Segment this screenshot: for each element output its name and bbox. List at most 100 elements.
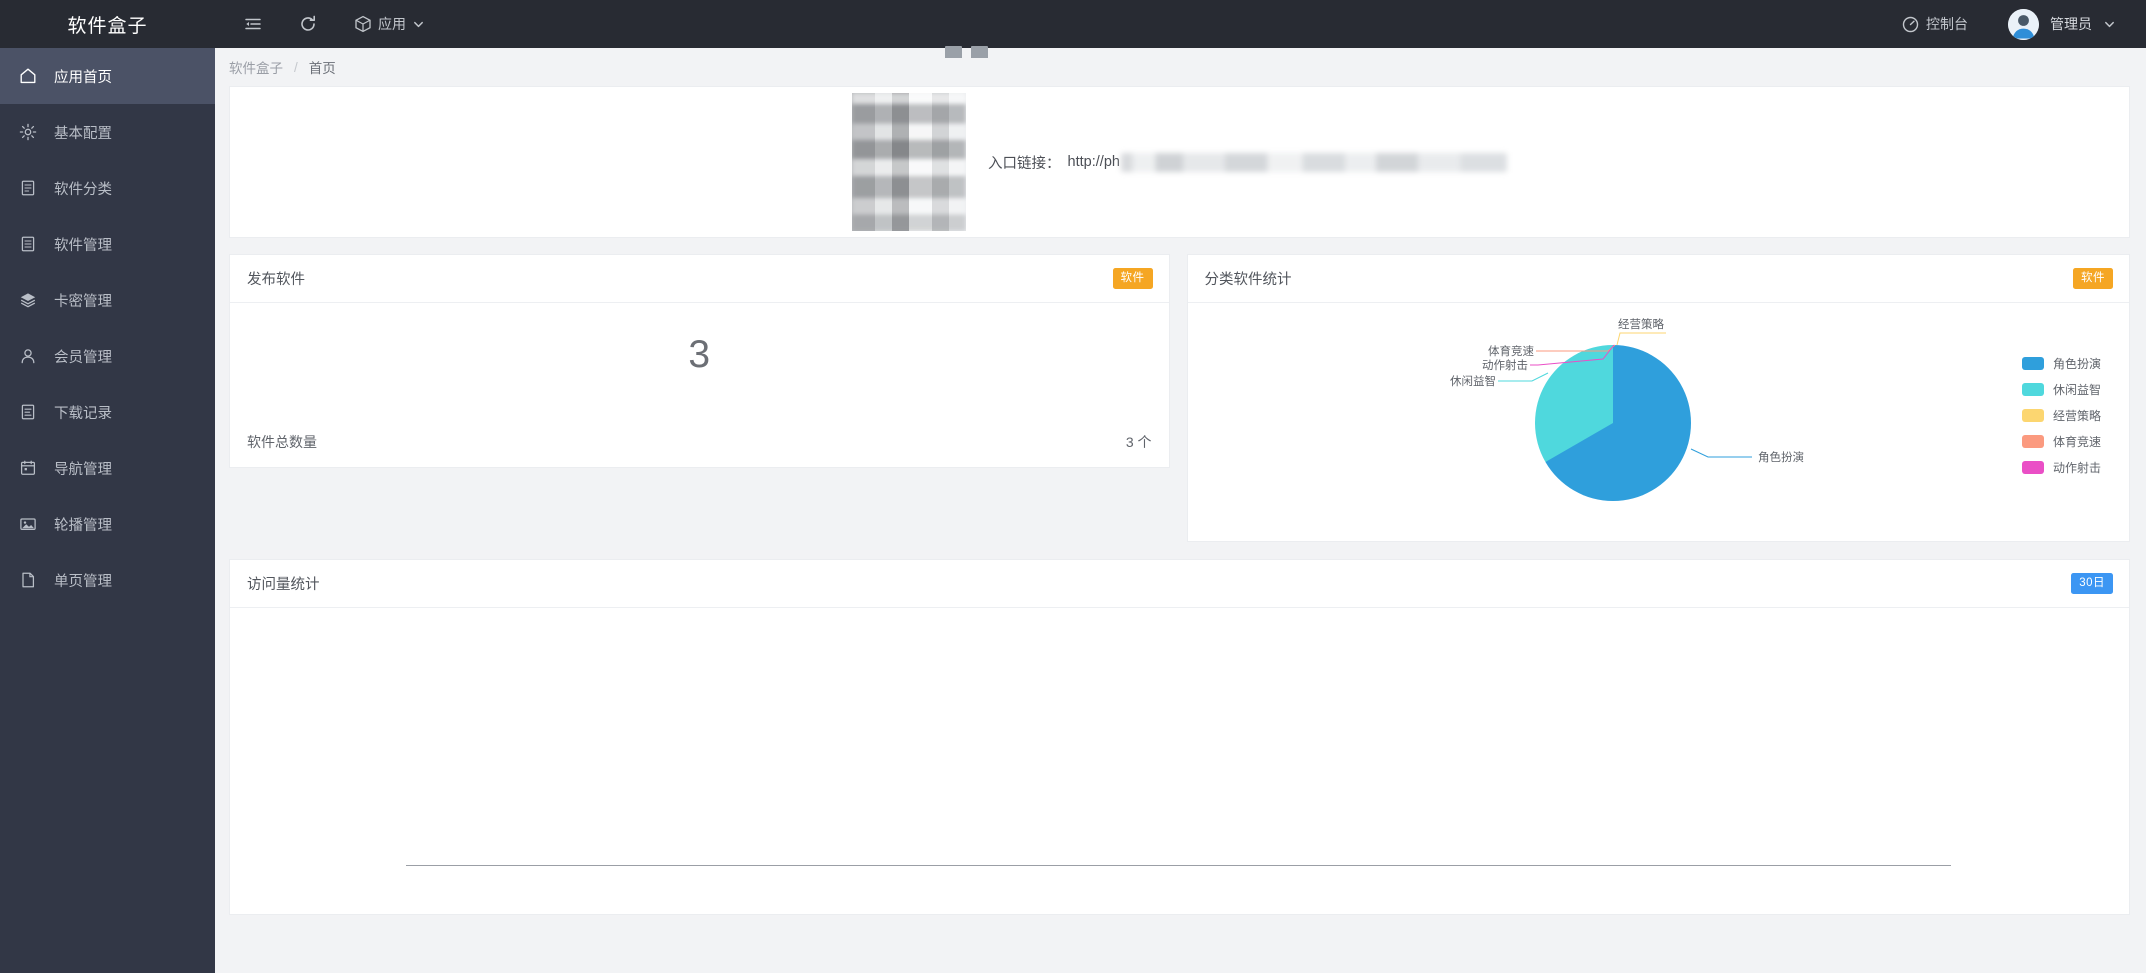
legend-item[interactable]: 经营策略 [2021,407,2101,424]
pie-leader-roleplay [1690,448,1752,458]
user-label: 管理员 [2050,16,2092,32]
breadcrumb-current: 首页 [308,61,336,76]
pie-card-badge[interactable]: 软件 [2073,268,2113,289]
pie-leader-casual [1497,372,1548,382]
user-icon [18,347,37,366]
pie-label-sports: 体育竞速 [1488,344,1534,358]
visits-card-title: 访问量统计 [247,577,320,593]
sidebar-item-nav-manage[interactable]: 导航管理 [0,440,215,496]
collapse-sidebar-button[interactable] [243,15,268,34]
pie-leader-strategy [1616,332,1666,346]
visits-chart-area[interactable] [230,608,2129,914]
apps-menu-label: 应用 [378,16,406,32]
pie-chart[interactable]: 经营策略 体育竞速 动作射击 休闲益智 角色扮演 [1188,303,2008,542]
console-button[interactable]: 控制台 [1901,15,1968,34]
cube-icon [353,15,372,34]
sidebar-item-label: 导航管理 [54,461,112,478]
logo-text: 软件盒子 [67,15,148,37]
publish-total-label: 软件总数量 [247,434,317,450]
doc-icon [18,235,37,254]
publish-software-card: 发布软件 软件 3 软件总数量 3 个 [229,254,1170,468]
sidebar-item-single-page-manage[interactable]: 单页管理 [0,552,215,608]
refresh-icon [298,15,317,34]
user-menu[interactable]: 管理员 [2008,8,2116,40]
cards-row: 发布软件 软件 3 软件总数量 3 个 分类软件统计 软件 经营策略 体育竞速 … [215,254,2146,542]
sidebar-item-carousel-manage[interactable]: 轮播管理 [0,496,215,552]
legend-item[interactable]: 角色扮演 [2021,355,2101,372]
collapse-icon [243,15,262,34]
legend-label: 休闲益智 [2052,383,2101,397]
entry-link-url-redacted [1120,152,1507,172]
home-icon [18,67,37,86]
category-statistics-card: 分类软件统计 软件 经营策略 体育竞速 动作射击 休闲益智 角色扮演 角色扮演 … [1186,254,2130,542]
console-label: 控制台 [1926,16,1968,32]
sidebar-item-software-category[interactable]: 软件分类 [0,160,215,216]
sidebar-item-card-key-manage[interactable]: 卡密管理 [0,272,215,328]
pie-chart-area: 经营策略 体育竞速 动作射击 休闲益智 角色扮演 角色扮演 休闲益智 经营策略 … [1188,303,2129,542]
sidebar-item-member-manage[interactable]: 会员管理 [0,328,215,384]
sidebar-item-label: 下载记录 [54,405,112,422]
sidebar: 应用首页 基本配置 软件分类 软件管理 卡密管理 会员管理 下载记录 导航管理 … [0,48,215,973]
legend-item[interactable]: 体育竞速 [2021,433,2101,450]
sidebar-item-home[interactable]: 应用首页 [0,48,215,104]
publish-total-value: 3 个 [1125,434,1152,450]
breadcrumb: 软件盒子 / 首页 [215,48,2146,86]
legend-color-swatch [2021,435,2044,448]
legend-color-swatch [2021,409,2044,422]
publish-card-header: 发布软件 软件 [230,255,1169,303]
publish-card-body: 3 软件总数量 3 个 [230,303,1169,468]
sidebar-item-label: 软件分类 [54,181,112,198]
chevron-down-icon [412,18,425,31]
legend-label: 体育竞速 [2052,435,2101,449]
refresh-button[interactable] [298,15,323,34]
legend-label: 角色扮演 [2052,357,2101,371]
publish-card-badge[interactable]: 软件 [1112,268,1153,289]
record-icon [18,403,37,422]
page-icon [18,571,37,590]
pie-card-header: 分类软件统计 软件 [1187,255,2129,303]
legend-item[interactable]: 休闲益智 [2021,381,2101,398]
visits-card-badge[interactable]: 30日 [2071,573,2113,594]
tab-stub[interactable] [971,46,988,58]
legend-color-swatch [2021,383,2044,396]
top-header: 软件盒子 应用 控制台 管理员 [0,0,2146,48]
visits-card-header: 访问量统计 30日 [230,560,2129,608]
sidebar-item-label: 基本配置 [54,125,112,142]
sidebar-item-label: 会员管理 [54,349,112,366]
legend-label: 经营策略 [2052,409,2101,423]
sidebar-item-label: 软件管理 [54,237,112,254]
sidebar-item-software-manage[interactable]: 软件管理 [0,216,215,272]
legend-label: 动作射击 [2052,461,2101,475]
entry-link-text: 入口链接： http://ph [988,152,1507,173]
header-right: 控制台 管理员 [1901,0,2146,48]
image-icon [18,515,37,534]
visits-statistics-card: 访问量统计 30日 [229,559,2130,915]
sidebar-item-label: 应用首页 [54,69,112,86]
dashboard-icon [1901,15,1920,34]
sidebar-item-basic-config[interactable]: 基本配置 [0,104,215,160]
publish-big-number: 3 [688,333,711,376]
pie-label-action: 动作射击 [1482,358,1528,372]
breadcrumb-separator: / [294,59,298,75]
tab-stubs [945,46,988,58]
pie-card-title: 分类软件统计 [1204,272,1292,288]
header-tools: 应用 [215,0,425,48]
calendar-icon [18,459,37,478]
sidebar-item-download-record[interactable]: 下载记录 [0,384,215,440]
visits-chart-axis [406,865,1951,866]
entry-link-inner: 入口链接： http://ph [852,93,1507,231]
pie-legend: 角色扮演 休闲益智 经营策略 体育竞速 动作射击 [2021,355,2101,476]
legend-item[interactable]: 动作射击 [2021,459,2101,476]
tab-stub[interactable] [945,46,962,58]
pie-label-strategy: 经营策略 [1618,317,1664,331]
legend-color-swatch [2021,461,2044,474]
breadcrumb-root[interactable]: 软件盒子 [229,57,283,77]
sidebar-item-label: 卡密管理 [54,293,112,310]
layers-icon [18,291,37,310]
entry-link-url[interactable]: http://ph [1068,154,1120,170]
logo-area[interactable]: 软件盒子 [0,0,215,48]
entry-link-label: 入口链接： [988,155,1061,172]
main-content: 软件盒子 / 首页 入口链接： http://ph 发布软件 软件 3 软件总数… [215,48,2146,973]
avatar [2008,8,2039,40]
apps-menu-button[interactable]: 应用 [353,15,425,34]
